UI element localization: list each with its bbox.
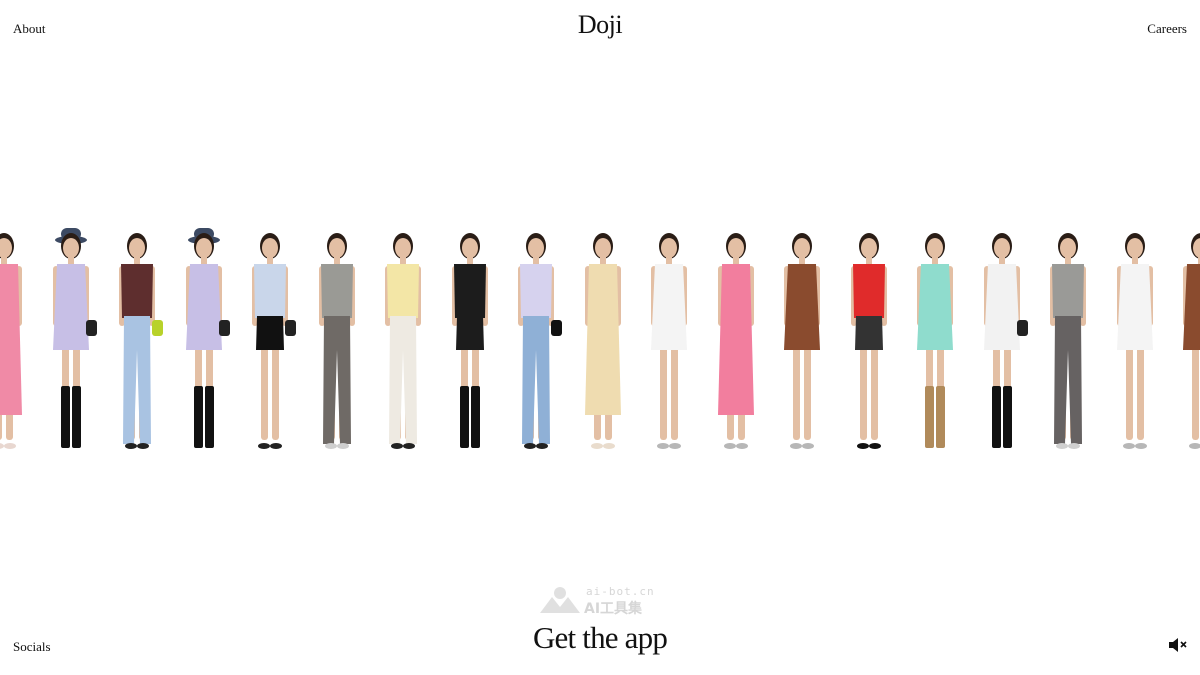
watermark-name: AI工具集 — [584, 601, 643, 617]
model-white-romper-2[interactable] — [1103, 200, 1167, 460]
careers-link[interactable]: Careers — [1147, 21, 1187, 37]
logo[interactable]: Doji — [0, 10, 1200, 40]
model-white-romper[interactable] — [637, 200, 701, 460]
get-app-cta: Get the app — [0, 620, 1200, 656]
watermark-url: ai-bot.cn — [586, 585, 655, 598]
model-lavender-dress-bucket-hat-2[interactable] — [172, 200, 236, 460]
model-lavender-top-jeans[interactable] — [504, 200, 568, 460]
model-brown-dress-partial[interactable] — [1169, 200, 1200, 460]
model-brown-leather-dress[interactable] — [770, 200, 834, 460]
watermark: ai-bot.cn AI工具集 — [538, 585, 668, 617]
model-red-top-black-skirt[interactable] — [837, 200, 901, 460]
mute-button[interactable] — [1168, 636, 1188, 654]
watermark-logo-icon — [540, 587, 580, 613]
model-mint-dress[interactable] — [903, 200, 967, 460]
model-lavender-dress-bucket-hat[interactable] — [39, 200, 103, 460]
model-yellow-top-white-pants[interactable] — [371, 200, 435, 460]
model-white-tee-dress[interactable] — [970, 200, 1034, 460]
model-grey-drape-grey-pants[interactable] — [1036, 200, 1100, 460]
model-cream-satin-dress[interactable] — [571, 200, 635, 460]
model-pink-dress-partial[interactable] — [0, 200, 36, 460]
model-blue-shirt-black-shorts[interactable] — [238, 200, 302, 460]
model-pink-slit-dress[interactable] — [704, 200, 768, 460]
model-grey-top-grey-pants[interactable] — [305, 200, 369, 460]
model-runway — [0, 200, 1200, 460]
get-app-link[interactable]: Get the app — [533, 620, 668, 655]
landing-page: About Doji Careers ai-bot.cn AI工具集 Socia… — [0, 0, 1200, 675]
model-corset-jeans[interactable] — [105, 200, 169, 460]
model-leather-jacket[interactable] — [438, 200, 502, 460]
speaker-muted-icon — [1169, 638, 1187, 652]
